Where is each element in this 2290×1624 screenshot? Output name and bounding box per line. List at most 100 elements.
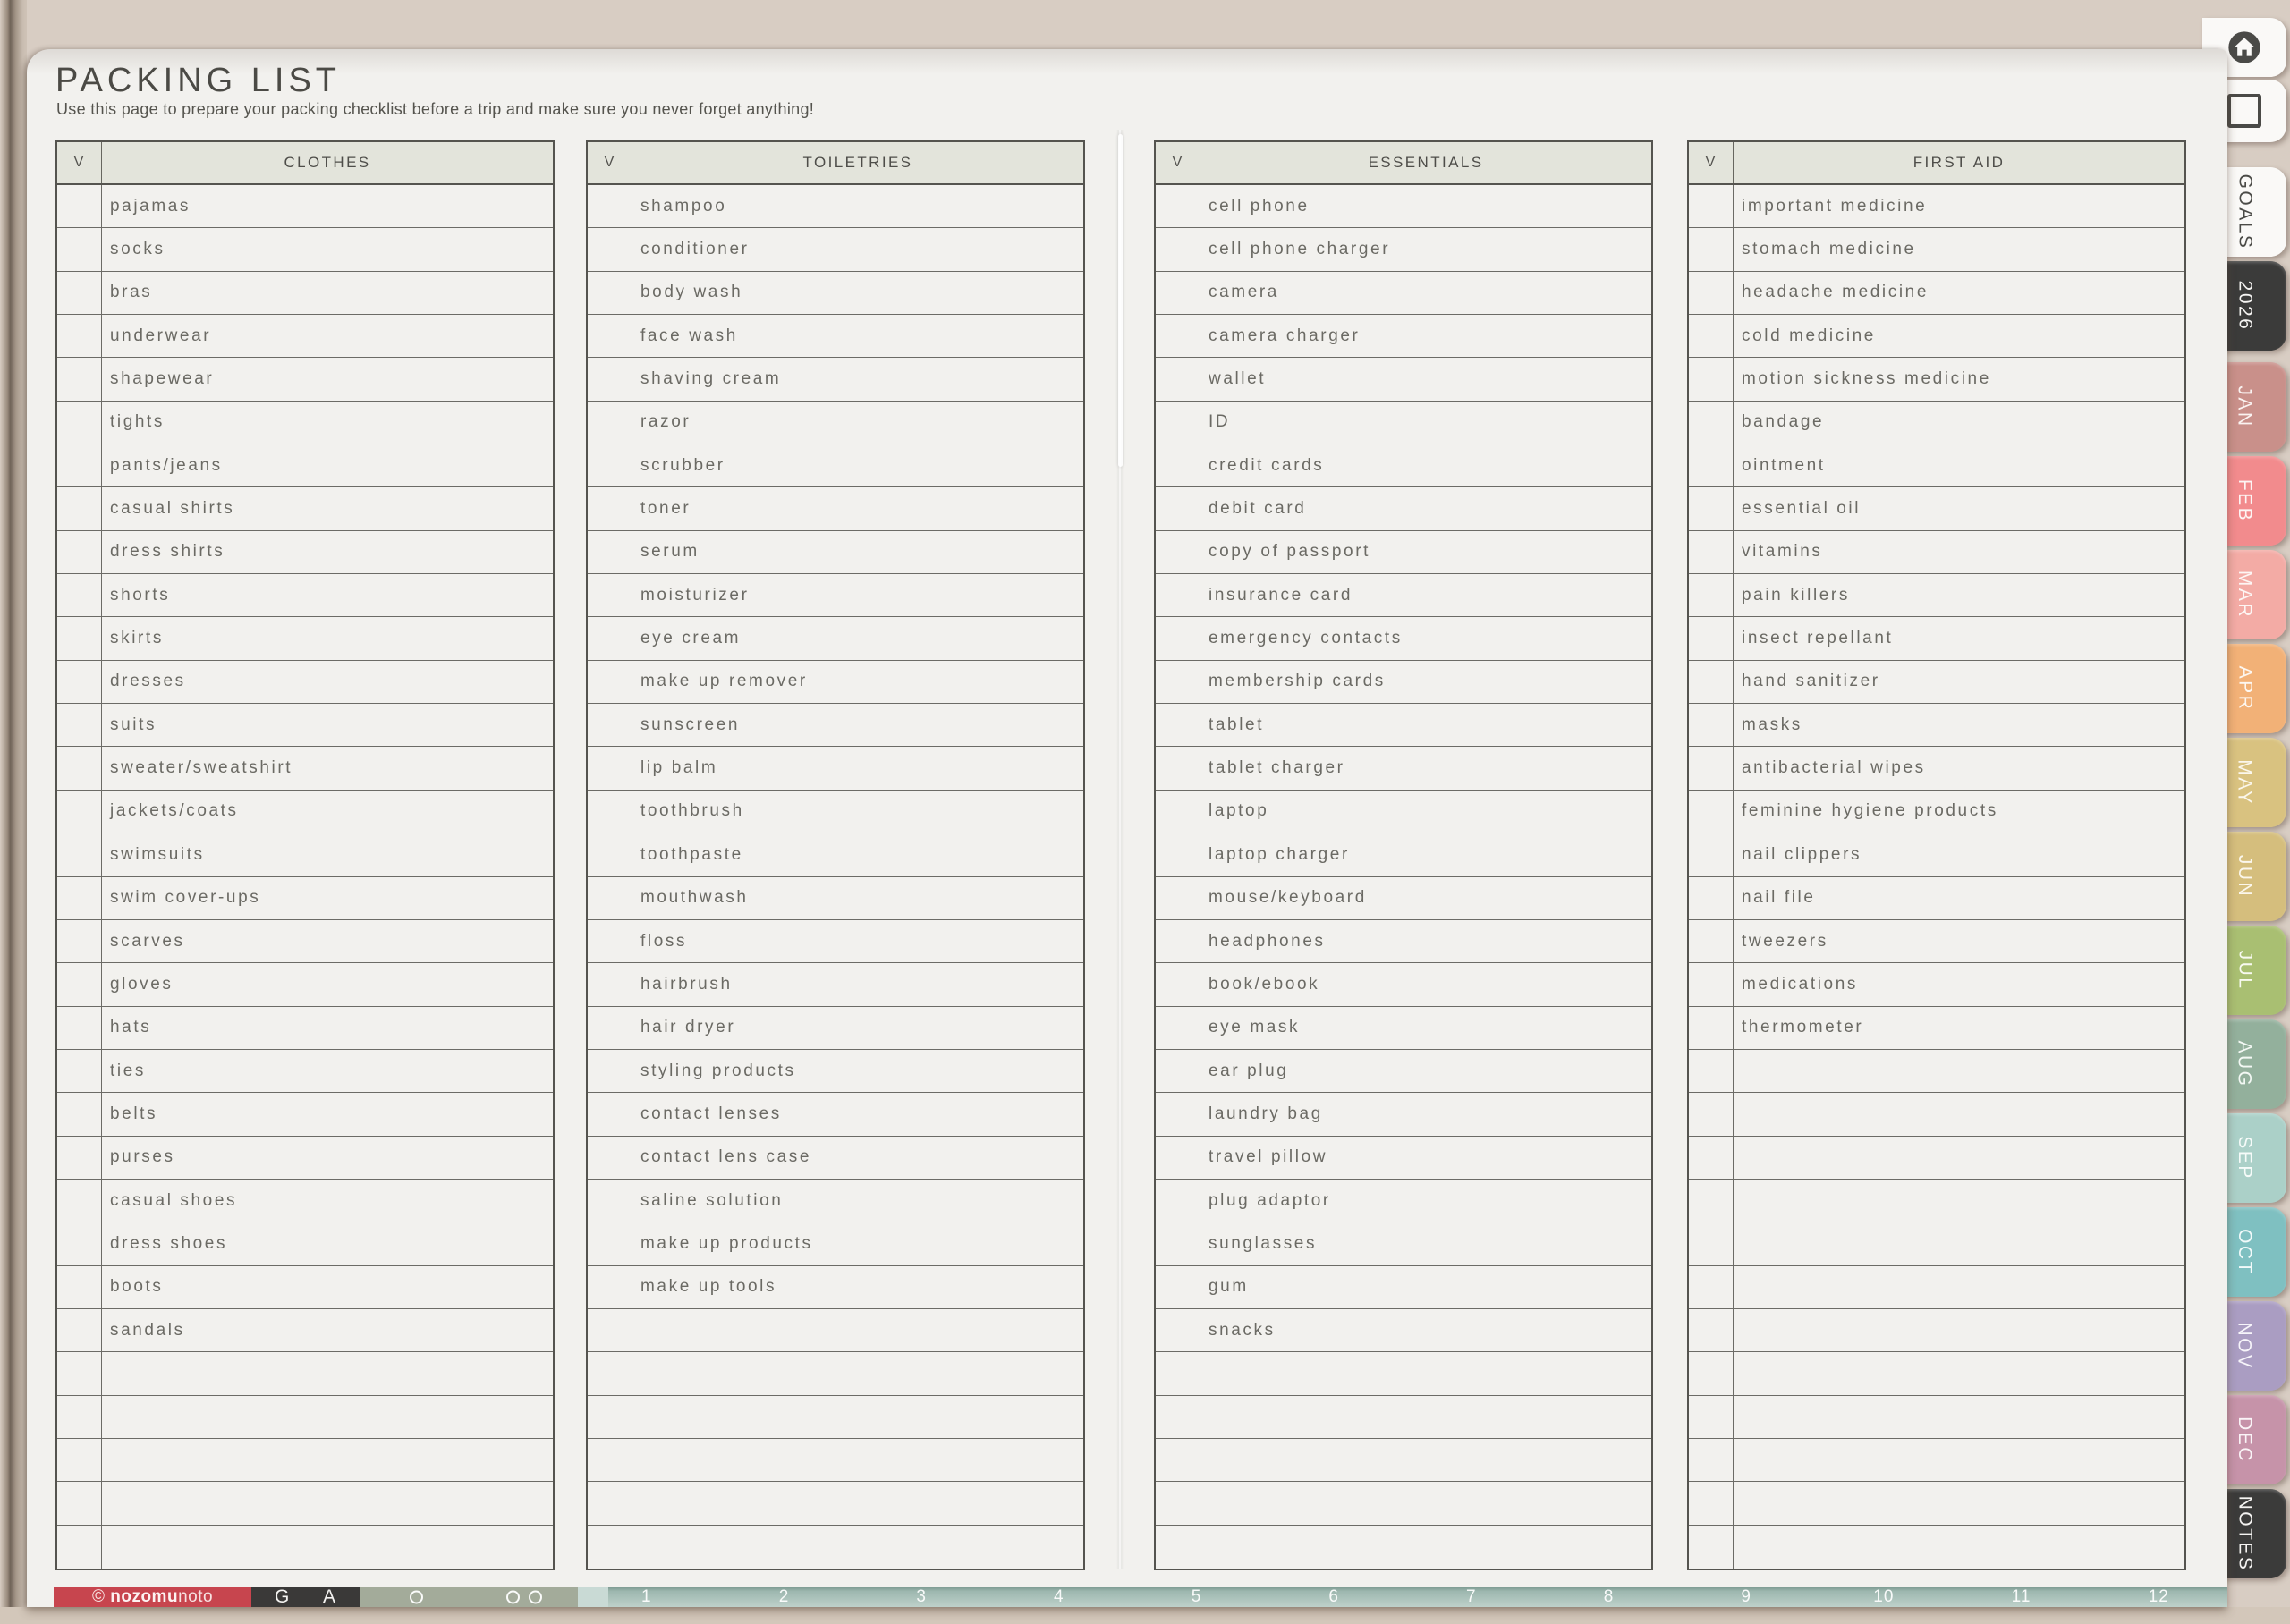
checkbox-cell[interactable] — [1156, 1525, 1200, 1569]
checkbox-cell[interactable] — [588, 487, 632, 530]
month-number-9[interactable]: 9 — [1677, 1587, 1815, 1607]
checkbox-cell[interactable] — [588, 1136, 632, 1179]
checkbox-cell[interactable] — [57, 747, 102, 790]
checkbox-cell[interactable] — [1156, 1438, 1200, 1482]
checkbox-cell[interactable] — [1689, 876, 1734, 919]
checkbox-cell[interactable] — [588, 1482, 632, 1525]
checkbox-cell[interactable] — [57, 1438, 102, 1482]
checkbox-cell[interactable] — [57, 660, 102, 704]
checkbox-cell[interactable] — [588, 660, 632, 704]
checkbox-cell[interactable] — [1156, 1049, 1200, 1093]
item-cell[interactable] — [632, 1309, 1083, 1351]
checkbox-cell[interactable] — [588, 1222, 632, 1265]
item-cell[interactable] — [1734, 1526, 2184, 1569]
checkbox-cell[interactable] — [1689, 660, 1734, 704]
checkbox-cell[interactable] — [57, 530, 102, 574]
month-number-3[interactable]: 3 — [852, 1587, 990, 1607]
item-cell[interactable] — [1734, 1137, 2184, 1179]
checkbox-cell[interactable] — [1156, 444, 1200, 487]
checkbox-cell[interactable] — [588, 617, 632, 660]
checkbox-cell[interactable] — [57, 401, 102, 444]
checkbox-cell[interactable] — [1156, 1006, 1200, 1049]
checkbox-cell[interactable] — [1156, 1265, 1200, 1308]
checkbox-cell[interactable] — [1689, 401, 1734, 444]
checkbox-cell[interactable] — [57, 1093, 102, 1136]
item-cell[interactable] — [1734, 1050, 2184, 1092]
checkbox-cell[interactable] — [1689, 790, 1734, 833]
item-cell[interactable] — [1734, 1439, 2184, 1481]
checkbox-cell[interactable] — [1156, 1482, 1200, 1525]
checkbox-cell[interactable] — [57, 315, 102, 358]
checkbox-cell[interactable] — [1689, 358, 1734, 401]
checkbox-cell[interactable] — [1689, 1482, 1734, 1525]
checkbox-cell[interactable] — [1156, 963, 1200, 1006]
nav-letter-g[interactable]: G — [275, 1586, 290, 1608]
item-cell[interactable] — [1200, 1396, 1651, 1438]
checkbox-cell[interactable] — [1689, 1525, 1734, 1569]
checkbox-cell[interactable] — [57, 228, 102, 271]
circle-marker[interactable] — [409, 1590, 423, 1604]
checkbox-cell[interactable] — [57, 617, 102, 660]
checkbox-cell[interactable] — [588, 963, 632, 1006]
checkbox-cell[interactable] — [588, 358, 632, 401]
checkbox-cell[interactable] — [57, 963, 102, 1006]
checkbox-cell[interactable] — [1156, 704, 1200, 747]
item-cell[interactable] — [1200, 1439, 1651, 1481]
checkbox-cell[interactable] — [1689, 1179, 1734, 1222]
item-cell[interactable] — [102, 1439, 553, 1481]
item-cell[interactable] — [632, 1482, 1083, 1524]
checkbox-cell[interactable] — [588, 790, 632, 833]
checkbox-cell[interactable] — [57, 1179, 102, 1222]
checkbox-cell[interactable] — [57, 185, 102, 228]
item-cell[interactable] — [102, 1352, 553, 1394]
checkbox-cell[interactable] — [588, 1352, 632, 1395]
checkbox-cell[interactable] — [57, 1006, 102, 1049]
checkbox-cell[interactable] — [1689, 1438, 1734, 1482]
checkbox-cell[interactable] — [57, 1482, 102, 1525]
checkbox-cell[interactable] — [57, 1395, 102, 1438]
checkbox-cell[interactable] — [588, 228, 632, 271]
checkbox-cell[interactable] — [588, 185, 632, 228]
checkbox-cell[interactable] — [1156, 617, 1200, 660]
item-cell[interactable] — [1734, 1352, 2184, 1394]
checkbox-cell[interactable] — [1689, 617, 1734, 660]
checkbox-cell[interactable] — [57, 1525, 102, 1569]
item-cell[interactable] — [632, 1526, 1083, 1569]
checkbox-cell[interactable] — [57, 876, 102, 919]
checkbox-cell[interactable] — [1156, 358, 1200, 401]
checkbox-cell[interactable] — [1689, 487, 1734, 530]
month-number-11[interactable]: 11 — [1953, 1587, 2091, 1607]
checkbox-cell[interactable] — [588, 444, 632, 487]
item-cell[interactable] — [1200, 1526, 1651, 1569]
checkbox-cell[interactable] — [1156, 487, 1200, 530]
checkbox-cell[interactable] — [1689, 185, 1734, 228]
checkbox-cell[interactable] — [57, 574, 102, 617]
checkbox-cell[interactable] — [1689, 1308, 1734, 1352]
month-number-12[interactable]: 12 — [2090, 1587, 2227, 1607]
checkbox-cell[interactable] — [1689, 704, 1734, 747]
month-number-4[interactable]: 4 — [990, 1587, 1128, 1607]
checkbox-cell[interactable] — [588, 1006, 632, 1049]
checkbox-cell[interactable] — [588, 530, 632, 574]
month-number-2[interactable]: 2 — [716, 1587, 853, 1607]
checkbox-cell[interactable] — [1689, 530, 1734, 574]
checkbox-cell[interactable] — [57, 1049, 102, 1093]
item-cell[interactable] — [1734, 1222, 2184, 1265]
checkbox-cell[interactable] — [57, 487, 102, 530]
checkbox-cell[interactable] — [1689, 1265, 1734, 1308]
checkbox-cell[interactable] — [1689, 271, 1734, 315]
item-cell[interactable] — [1200, 1482, 1651, 1524]
checkbox-cell[interactable] — [1689, 315, 1734, 358]
item-cell[interactable] — [1200, 1352, 1651, 1394]
checkbox-cell[interactable] — [57, 1136, 102, 1179]
checkbox-cell[interactable] — [588, 876, 632, 919]
checkbox-cell[interactable] — [1689, 444, 1734, 487]
checkbox-cell[interactable] — [1156, 876, 1200, 919]
month-number-6[interactable]: 6 — [1265, 1587, 1403, 1607]
checkbox-cell[interactable] — [588, 1093, 632, 1136]
checkbox-cell[interactable] — [1156, 271, 1200, 315]
checkbox-cell[interactable] — [588, 704, 632, 747]
checkbox-cell[interactable] — [1156, 1136, 1200, 1179]
item-cell[interactable] — [1734, 1093, 2184, 1135]
checkbox-cell[interactable] — [57, 1308, 102, 1352]
